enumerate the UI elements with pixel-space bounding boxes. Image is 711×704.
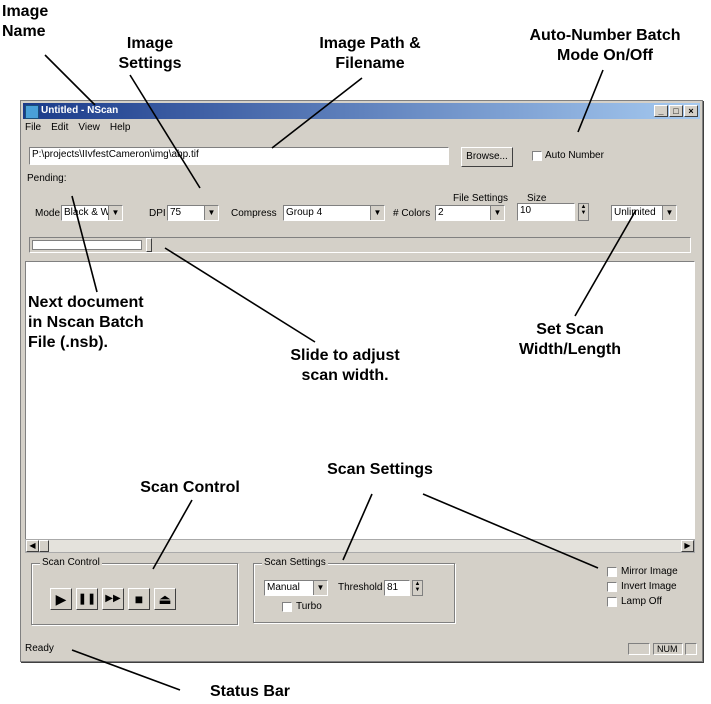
scroll-left-icon[interactable]: ◀ (26, 540, 39, 552)
compress-value: Group 4 (286, 207, 323, 218)
callout-image-settings: Image Settings (118, 35, 182, 72)
colors-label: # Colors (393, 208, 431, 219)
threshold-label: Threshold (338, 582, 383, 593)
leader-image-name (44, 54, 96, 106)
pending-label: Pending: (27, 173, 67, 184)
chevron-down-icon: ▼ (370, 206, 384, 220)
colors-select[interactable]: 2 ▼ (435, 205, 505, 221)
menu-file[interactable]: File (25, 122, 41, 136)
dpi-value: 75 (170, 207, 182, 218)
chevron-down-icon: ▼ (490, 206, 504, 220)
scan-mode-select[interactable]: Manual ▼ (264, 580, 328, 596)
colors-value: 2 (438, 207, 444, 218)
chevron-down-icon: ▼ (204, 206, 218, 220)
stop-button[interactable]: ■ (128, 588, 150, 610)
status-text: Ready (25, 643, 54, 654)
file-settings-label: File Settings (453, 193, 509, 204)
menu-help[interactable]: Help (110, 122, 131, 136)
scan-settings-title: Scan Settings (262, 557, 328, 568)
horizontal-scrollbar[interactable]: ◀ ▶ (25, 539, 695, 553)
mirror-image-label: Mirror Image (621, 566, 678, 577)
maximize-button[interactable]: □ (669, 105, 683, 117)
chevron-down-icon: ▼ (662, 206, 676, 220)
dpi-label: DPI (149, 208, 166, 219)
scan-width-field (32, 240, 142, 250)
size-input[interactable]: 10 (517, 203, 575, 221)
unlimited-select[interactable]: Unlimited ▼ (611, 205, 677, 221)
turbo-label: Turbo (296, 601, 322, 612)
size-spinner[interactable]: ▲ ▼ (578, 203, 589, 221)
auto-number-checkbox[interactable] (532, 151, 542, 161)
compress-select[interactable]: Group 4 ▼ (283, 205, 385, 221)
callout-next-document: Next document in Nscan Batch File (.nsb)… (28, 294, 144, 351)
callout-status-bar: Status Bar (209, 683, 291, 700)
num-lock-indicator: NUM (653, 643, 683, 655)
scan-settings-group: Scan Settings Manual ▼ Threshold 81 ▲ ▼ T… (253, 557, 455, 623)
close-button[interactable]: × (684, 105, 698, 117)
lamp-off-checkbox[interactable] (607, 597, 617, 607)
minimize-button[interactable]: _ (654, 105, 668, 117)
fast-forward-button[interactable]: ▶▶ (102, 588, 124, 610)
status-panel-empty (628, 643, 650, 655)
lamp-off-label: Lamp Off (621, 596, 662, 607)
callout-image-path: Image Path & Filename (319, 35, 421, 72)
menu-edit[interactable]: Edit (51, 122, 68, 136)
window-title: Untitled - NScan (41, 105, 119, 116)
pause-button[interactable]: ❚❚ (76, 588, 98, 610)
status-panel-end (685, 643, 697, 655)
eject-button[interactable]: ⏏ (154, 588, 176, 610)
unlimited-value: Unlimited (614, 207, 656, 218)
title-bar: Untitled - NScan _ □ × (23, 103, 700, 119)
mode-select[interactable]: Black & White ▼ (61, 205, 123, 221)
turbo-checkbox[interactable] (282, 602, 292, 612)
callout-auto-number: Auto-Number Batch Mode On/Off (529, 27, 681, 64)
play-button[interactable]: ▶ (50, 588, 72, 610)
threshold-spinner[interactable]: ▲ ▼ (412, 580, 423, 596)
threshold-input[interactable]: 81 (384, 580, 410, 596)
invert-image-checkbox[interactable] (607, 582, 617, 592)
callout-scan-control: Scan Control (140, 479, 240, 496)
status-bar: Ready NUM (23, 641, 700, 657)
menu-view[interactable]: View (78, 122, 100, 136)
compress-label: Compress (231, 208, 277, 219)
menu-bar: File Edit View Help (25, 122, 130, 136)
invert-image-label: Invert Image (621, 581, 677, 592)
mirror-image-checkbox[interactable] (607, 567, 617, 577)
app-icon (25, 105, 39, 119)
mode-label: Mode (35, 208, 61, 219)
chevron-down-icon: ▼ (108, 206, 122, 220)
scan-width-slider[interactable] (29, 237, 691, 253)
scan-mode-value: Manual (267, 582, 300, 593)
chevron-down-icon: ▼ (313, 581, 327, 595)
callout-scan-settings: Scan Settings (327, 461, 433, 478)
image-path-input[interactable]: P:\projects\IIvfestCameron\img\abp.tif (29, 147, 449, 165)
slider-thumb[interactable] (146, 238, 152, 252)
scroll-right-icon[interactable]: ▶ (681, 540, 694, 552)
browse-button[interactable]: Browse... (461, 147, 513, 167)
scroll-thumb[interactable] (39, 540, 49, 552)
callout-image-name: Image Name (2, 3, 49, 40)
auto-number-label: Auto Number (545, 150, 604, 161)
callout-slide: Slide to adjust scan width. (290, 347, 400, 384)
scan-control-group: Scan Control ▶ ❚❚ ▶▶ ■ ⏏ (31, 557, 238, 625)
scan-control-title: Scan Control (40, 557, 102, 568)
dpi-select[interactable]: 75 ▼ (167, 205, 219, 221)
callout-set-scan: Set Scan Width/Length (518, 321, 622, 358)
